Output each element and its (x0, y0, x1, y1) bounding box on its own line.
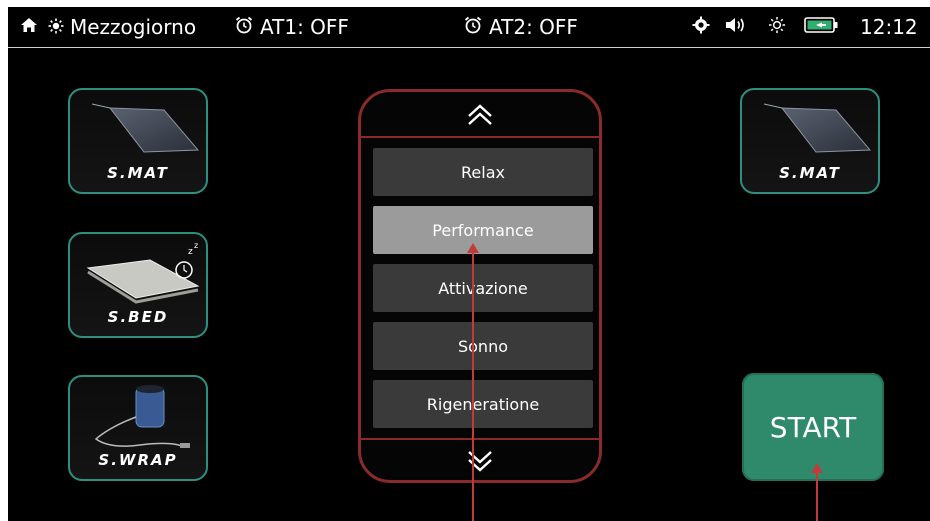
scroll-up-button[interactable] (361, 94, 599, 136)
device-card-smat-right[interactable]: S.MAT (740, 88, 880, 194)
alarm-clock-icon (234, 15, 254, 40)
program-performance[interactable]: Performance (373, 206, 593, 254)
svg-text:z: z (194, 241, 198, 250)
status-bar: Mezzogiorno AT1: OFF AT2: OFF 12:12 (8, 7, 930, 48)
svg-text:z: z (188, 247, 193, 257)
home-icon[interactable] (20, 15, 38, 39)
device-label: S.WRAP (98, 451, 178, 469)
program-relax[interactable]: Relax (373, 148, 593, 196)
device-screen: Mezzogiorno AT1: OFF AT2: OFF 12:12 S.MA… (8, 7, 930, 521)
alarm2-status[interactable]: AT2: OFF (489, 15, 578, 39)
brightness-icon[interactable] (768, 15, 786, 39)
arrowhead-icon (467, 243, 479, 253)
status-bar-divider (8, 47, 930, 48)
arrowhead-icon (811, 463, 823, 473)
clock-time: 12:12 (860, 15, 918, 39)
battery-charging-icon (804, 15, 838, 39)
program-selector: Relax Performance Attivazione Sonno Rige… (358, 89, 602, 483)
annotation-pointer-line (467, 243, 479, 521)
mat-icon (91, 103, 200, 153)
selector-divider-top (361, 136, 599, 138)
sun-icon (48, 15, 64, 39)
settings-icon[interactable] (692, 15, 710, 39)
bed-icon: z z (86, 241, 200, 304)
device-card-swrap[interactable]: S.WRAP (68, 375, 208, 481)
wrap-icon (94, 385, 190, 448)
device-card-sbed[interactable]: z z S.BED (68, 232, 208, 338)
double-chevron-down-icon (468, 451, 492, 472)
program-attivazione[interactable]: Attivazione (373, 264, 593, 312)
speaker-icon[interactable] (724, 15, 746, 39)
device-label: S.BED (107, 308, 169, 326)
alarm1-status[interactable]: AT1: OFF (260, 15, 349, 39)
program-sonno[interactable]: Sonno (373, 322, 593, 370)
device-label: S.MAT (779, 164, 841, 182)
double-chevron-up-icon (468, 104, 492, 125)
device-card-smat-left[interactable]: S.MAT (68, 88, 208, 194)
location-label: Mezzogiorno (70, 15, 197, 39)
device-label: S.MAT (107, 164, 169, 182)
alarm-clock-icon (463, 15, 483, 40)
program-rigeneratione[interactable]: Rigeneratione (373, 380, 593, 428)
annotation-pointer-line (811, 463, 823, 521)
mat-icon (763, 103, 872, 153)
scroll-down-button[interactable] (361, 440, 599, 482)
